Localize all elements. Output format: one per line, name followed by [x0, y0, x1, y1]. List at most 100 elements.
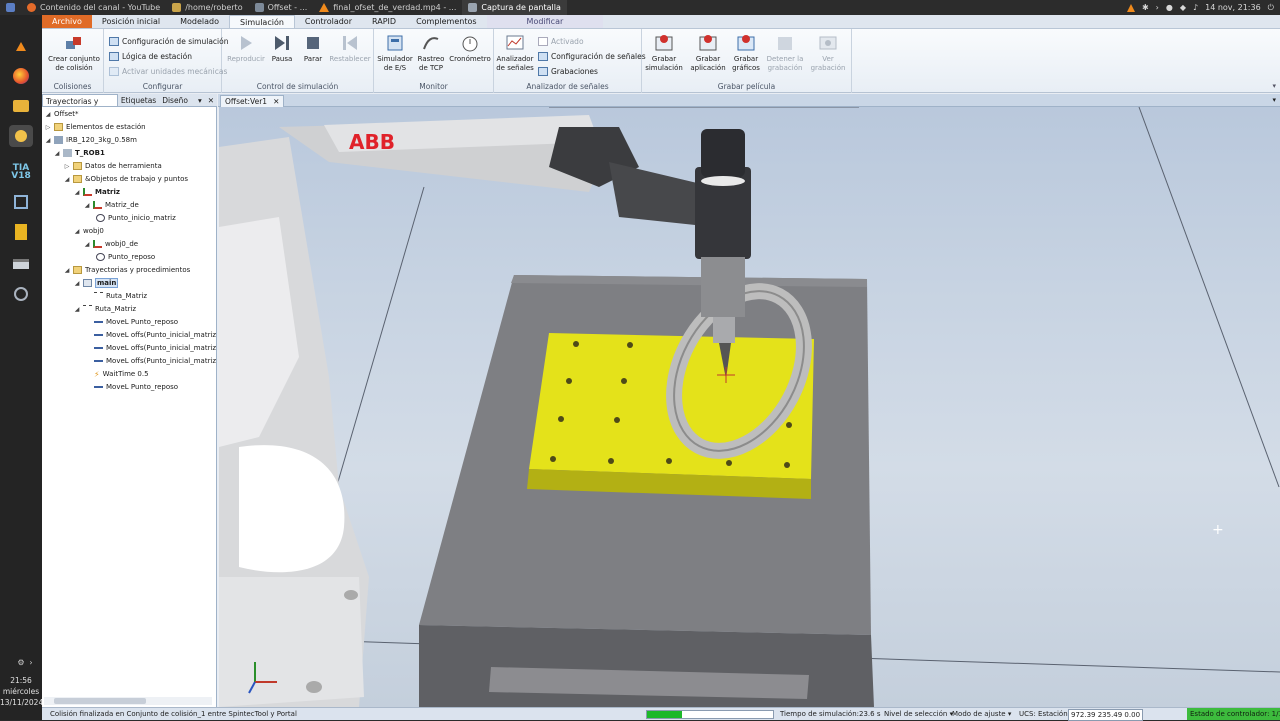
tree-node-matriz-de[interactable]: ◢ Matriz_de	[84, 199, 139, 211]
stop-recording-button[interactable]: Detener la grabación	[764, 33, 806, 73]
taskbar-files[interactable]: /home/roberto	[166, 0, 248, 15]
expand-icon[interactable]: ◢	[45, 111, 51, 118]
tab-modificar[interactable]: Modificar	[486, 15, 604, 28]
expand-icon[interactable]: ◢	[84, 202, 90, 209]
doc-menu-icon[interactable]: ▾	[1272, 94, 1276, 106]
app2-dock-icon[interactable]	[9, 221, 33, 243]
tree-node-instruction[interactable]: MoveL offs(Punto_inicial_matriz,0	[94, 355, 216, 367]
tree-node-instruction[interactable]: MoveL Punto_reposo	[94, 316, 178, 328]
signal-analyzer-button[interactable]: Analizador de señales	[496, 33, 534, 73]
tree-node-wobj0[interactable]: ◢ wobj0	[74, 225, 104, 237]
tab-posicion-inicial[interactable]: Posición inicial	[92, 15, 170, 28]
tree-node-tooldata[interactable]: ▷ Datos de herramienta	[64, 160, 162, 172]
snap-mode-dropdown[interactable]: Modo de ajuste ▾	[952, 708, 1011, 720]
record-application-button[interactable]: Grabar aplicación	[688, 33, 728, 73]
activated-checkbox[interactable]: Activado	[538, 37, 584, 46]
simulation-config-button[interactable]: Configuración de simulación	[109, 37, 228, 46]
tree-node-target-inicio[interactable]: Punto_inicio_matriz	[96, 212, 176, 224]
station-logic-button[interactable]: Lógica de estación	[109, 52, 192, 61]
tab-paths-targets[interactable]: Trayectorias y puntos	[42, 94, 118, 119]
chevron-right-icon[interactable]: ›	[1156, 3, 1159, 12]
ribbon-collapse-icon[interactable]: ▾	[1272, 82, 1276, 90]
app-dock-icon[interactable]	[9, 191, 33, 213]
os-menu-icon[interactable]	[0, 0, 21, 15]
vlc-tray-icon[interactable]	[1126, 3, 1135, 12]
tree-node-paths-procedures[interactable]: ◢ Trayectorias y procedimientos	[64, 264, 190, 276]
close-icon[interactable]: ✕	[273, 96, 279, 107]
notification-icon[interactable]: ●	[1166, 3, 1173, 12]
robotstudio-dock-icon[interactable]	[9, 125, 33, 147]
chevron-right-icon[interactable]: ›	[26, 651, 36, 673]
network-icon[interactable]: ◆	[1180, 3, 1186, 12]
volume-icon[interactable]: ♪	[1193, 3, 1198, 12]
tab-rapid[interactable]: RAPID	[362, 15, 406, 28]
expand-icon[interactable]: ◢	[84, 241, 90, 248]
tcp-trace-button[interactable]: Rastreo de TCP	[414, 33, 448, 73]
tree-node-target-reposo[interactable]: Punto_reposo	[96, 251, 155, 263]
taskbar-screenshot[interactable]: Captura de pantalla	[462, 0, 567, 15]
tab-simulacion[interactable]: Simulación	[229, 15, 295, 28]
controller-status[interactable]: Estado de controlador: 1/1	[1187, 708, 1280, 720]
tree-node-station-elements[interactable]: ▷ Elementos de estación	[45, 121, 146, 133]
tab-tags[interactable]: Etiquetas	[118, 94, 159, 106]
signal-config-button[interactable]: Configuración de señales	[538, 52, 646, 61]
3d-viewport[interactable]: ABB +	[219, 107, 1280, 707]
bluetooth-icon[interactable]: ✱	[1142, 3, 1149, 12]
clock-top[interactable]: 14 nov, 21:36	[1205, 3, 1261, 12]
view-recording-button[interactable]: Ver grabación	[808, 33, 848, 73]
recordings-button[interactable]: Grabaciones	[538, 67, 598, 76]
tree-node-robot[interactable]: ◢ IRB_120_3kg_0.58m	[45, 134, 137, 146]
expand-icon[interactable]: ◢	[74, 228, 80, 235]
folder-dock-icon[interactable]	[9, 95, 33, 117]
expand-icon[interactable]: ◢	[74, 306, 80, 313]
tree-node-main[interactable]: ◢ main	[74, 277, 119, 289]
tab-offset-view[interactable]: Offset:Ver1 ✕	[220, 95, 285, 107]
tree-node-ruta-matriz[interactable]: ◢ Ruta_Matriz	[74, 303, 136, 315]
expand-icon[interactable]: ◢	[74, 280, 80, 287]
tree-node-instruction[interactable]: ⚡ WaitTime 0.5	[94, 368, 149, 380]
tree-node-workobjects[interactable]: ◢ &Objetos de trabajo y puntos	[64, 173, 188, 185]
pause-button[interactable]: Pausa	[266, 33, 298, 64]
create-collision-set-button[interactable]: Crear conjunto de colisión	[46, 33, 102, 73]
tab-complementos[interactable]: Complementos	[406, 15, 486, 28]
tab-controlador[interactable]: Controlador	[295, 15, 362, 28]
tree-node-instruction[interactable]: MoveL Punto_reposo	[94, 381, 178, 393]
taskbar-offset[interactable]: Offset - ...	[249, 0, 314, 15]
expand-icon[interactable]: ◢	[54, 150, 60, 157]
selection-level-dropdown[interactable]: Nivel de selección ▾	[884, 708, 953, 720]
tree-node-task[interactable]: ◢ T_ROB1	[54, 147, 105, 159]
tree-node-instruction[interactable]: MoveL offs(Punto_inicial_matriz,0	[94, 342, 216, 354]
tree-node-wobj-matriz[interactable]: ◢ Matriz	[74, 186, 120, 198]
stopwatch-button[interactable]: Cronómetro	[448, 33, 492, 64]
stop-button[interactable]: Parar	[298, 33, 328, 64]
tab-archivo[interactable]: Archivo	[42, 15, 92, 28]
play-button[interactable]: Reproducir	[226, 33, 266, 64]
tab-modelado[interactable]: Modelado	[170, 15, 229, 28]
expand-icon[interactable]: ◢	[74, 189, 80, 196]
taskbar-video[interactable]: final_ofset_de_verdad.mp4 - ...	[313, 0, 462, 15]
firefox-dock-icon[interactable]	[9, 65, 33, 87]
reset-button[interactable]: Restablecer	[328, 33, 372, 64]
tree-node-call-ruta[interactable]: Ruta_Matriz	[94, 290, 147, 302]
scrollbar-thumb[interactable]	[54, 698, 146, 704]
tia-dock-icon[interactable]: TIA V18	[9, 161, 33, 183]
vlc-dock-icon[interactable]	[9, 35, 33, 57]
activate-mech-units-button[interactable]: Activar unidades mecánicas	[109, 67, 227, 76]
expand-icon[interactable]: ◢	[45, 137, 51, 144]
panel-horizontal-scrollbar[interactable]	[44, 697, 212, 705]
expand-icon[interactable]: ◢	[64, 176, 70, 183]
expand-icon[interactable]: ◢	[64, 267, 70, 274]
panel-close-icon[interactable]: ✕	[205, 94, 217, 106]
tab-layout[interactable]: Diseño	[159, 94, 191, 106]
expand-icon[interactable]: ▷	[64, 163, 70, 170]
panel-menu-icon[interactable]: ▾	[195, 94, 205, 106]
record-simulation-button[interactable]: Grabar simulación	[644, 33, 684, 73]
tree-node-wobj0-de[interactable]: ◢ wobj0_de	[84, 238, 138, 250]
taskbar-youtube[interactable]: Contenido del canal - YouTube	[21, 0, 166, 15]
app4-dock-icon[interactable]	[9, 283, 33, 305]
record-graphics-button[interactable]: Grabar gráficos	[728, 33, 764, 73]
expand-icon[interactable]: ▷	[45, 124, 51, 131]
app3-dock-icon[interactable]	[9, 253, 33, 275]
tree-node-station[interactable]: ◢ Offset*	[45, 108, 79, 120]
io-simulator-button[interactable]: Simulador de E/S	[376, 33, 414, 73]
